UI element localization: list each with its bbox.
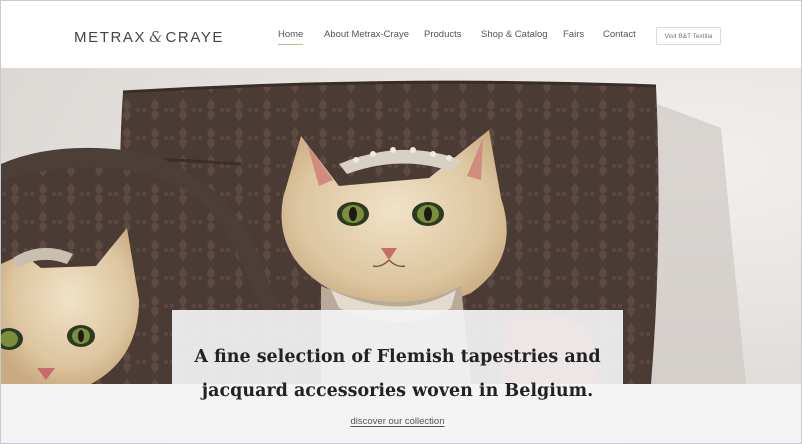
nav-item-about[interactable]: About Metrax-Craye (324, 29, 409, 40)
nav-item-contact[interactable]: Contact (603, 29, 636, 40)
discover-collection-link-wrap: discover our collection (172, 416, 623, 427)
browser-viewport: METRAX & CRAYE Home About Metrax-Craye P… (0, 0, 802, 444)
nav-item-products[interactable]: Products (424, 29, 462, 40)
discover-collection-link[interactable]: discover our collection (351, 416, 445, 427)
hero-headline: A fine selection of Flemish tapestries a… (172, 340, 623, 408)
brand-name-left: METRAX (74, 28, 147, 46)
hero-caption-box: A fine selection of Flemish tapestries a… (172, 310, 623, 443)
brand-name-right: CRAYE (165, 28, 225, 46)
nav-item-shop-catalog[interactable]: Shop & Catalog (481, 29, 548, 40)
nav-item-fairs[interactable]: Fairs (563, 29, 584, 40)
visit-textilia-button[interactable]: Visit B&T Textilia (656, 27, 721, 45)
nav-item-home[interactable]: Home (278, 29, 304, 45)
brand-logo[interactable]: METRAX & CRAYE (74, 27, 224, 47)
hero-headline-line-2: jacquard accessories woven in Belgium. (201, 381, 594, 401)
hero-headline-line-1: A fine selection of Flemish tapestries a… (194, 347, 601, 367)
brand-ampersand: & (149, 28, 163, 46)
site-header: METRAX & CRAYE Home About Metrax-Craye P… (1, 1, 801, 68)
